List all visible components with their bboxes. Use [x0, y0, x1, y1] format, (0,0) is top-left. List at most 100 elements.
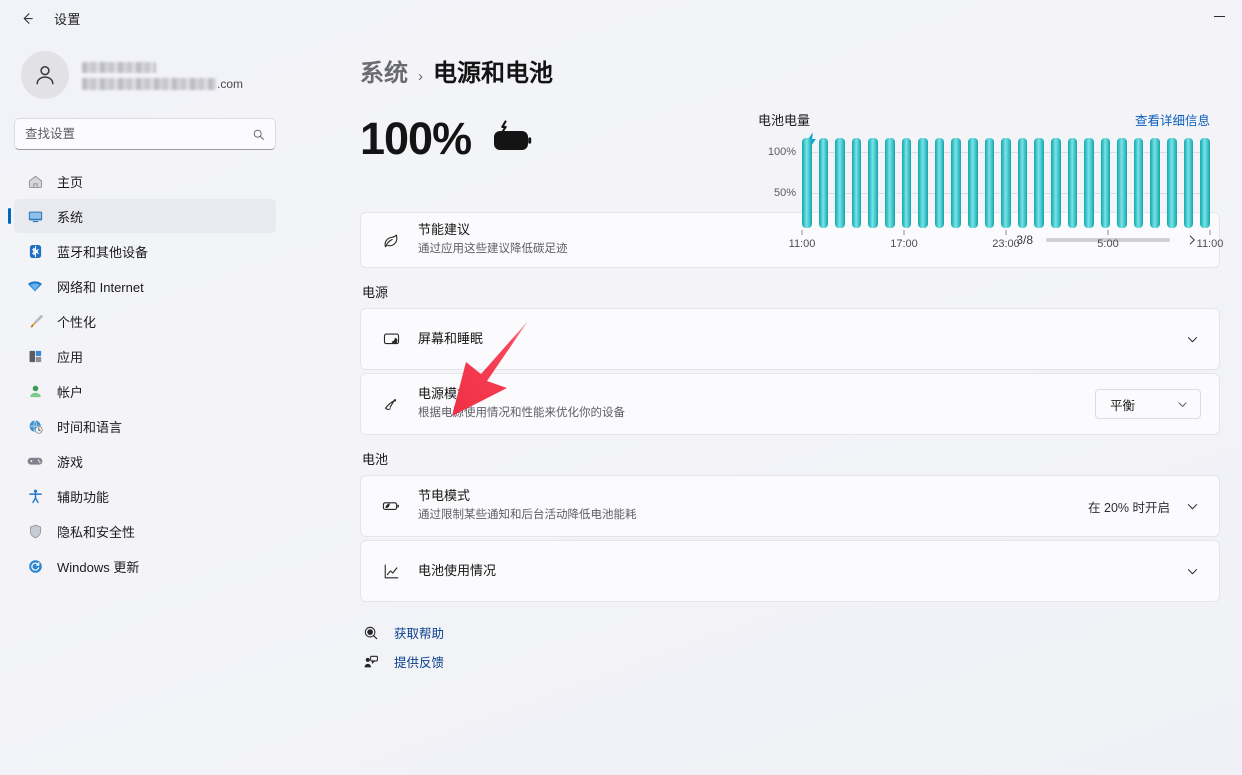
minimize-button[interactable] — [1196, 0, 1242, 32]
account-name-redacted — [82, 62, 156, 73]
sidebar-item-accounts[interactable]: 帐户 — [14, 374, 276, 408]
account-email: .com — [82, 77, 243, 91]
apps-icon — [26, 347, 44, 365]
sidebar-item-bluetooth[interactable]: 蓝牙和其他设备 — [14, 234, 276, 268]
chart-bar — [1200, 138, 1210, 228]
link-label: 获取帮助 — [394, 623, 444, 642]
sidebar-item-label: 帐户 — [57, 382, 83, 401]
sidebar-item-label: Windows 更新 — [57, 557, 139, 576]
chevron-down-icon[interactable] — [1183, 333, 1201, 346]
sidebar-item-label: 时间和语言 — [57, 417, 122, 436]
sidebar-item-home[interactable]: 主页 — [14, 164, 276, 198]
x-tick-mark — [904, 230, 905, 235]
update-icon — [26, 557, 44, 575]
search-input[interactable] — [25, 127, 246, 141]
chart-bar — [902, 138, 912, 228]
card-subtitle: 根据电源使用情况和性能来优化你的设备 — [418, 405, 1079, 422]
x-tick-label: 11:00 — [1197, 238, 1224, 250]
card-text: 屏幕和睡眠 — [418, 330, 1167, 349]
chart-title: 电池电量 — [758, 110, 810, 129]
x-tick-mark — [1108, 230, 1109, 235]
x-tick-mark — [1210, 230, 1211, 235]
chart-bar — [968, 138, 978, 228]
x-tick-label: 11:00 — [789, 238, 816, 250]
sidebar-item-accessibility[interactable]: 辅助功能 — [14, 479, 276, 513]
feedback-icon — [362, 654, 380, 670]
breadcrumb: 系统 › 电源和电池 — [360, 36, 1220, 88]
card-title: 屏幕和睡眠 — [418, 330, 1167, 349]
battery-percent: 100% — [360, 116, 471, 161]
help-icon — [362, 625, 380, 641]
person-icon — [26, 382, 44, 400]
chart-x-axis: 11:0017:0023:005:0011:00 — [802, 230, 1210, 254]
sidebar-item-gaming[interactable]: 游戏 — [14, 444, 276, 478]
battery-charging-icon — [489, 119, 535, 158]
wifi-icon — [26, 277, 44, 295]
home-icon — [26, 172, 44, 190]
avatar — [21, 51, 69, 99]
card-right — [1183, 565, 1201, 578]
chevron-down-icon[interactable] — [1183, 565, 1201, 578]
back-button[interactable] — [12, 4, 42, 32]
chart-bar — [951, 138, 961, 228]
window-controls — [1196, 0, 1242, 32]
y-tick-label: 100% — [758, 146, 796, 158]
accessibility-icon — [26, 487, 44, 505]
power-mode-dropdown[interactable]: 平衡 — [1095, 389, 1201, 419]
sidebar-item-system[interactable]: 系统 — [14, 199, 276, 233]
search-box[interactable] — [14, 118, 276, 150]
search-icon — [252, 128, 265, 141]
brush-icon — [26, 312, 44, 330]
sidebar-item-label: 个性化 — [57, 312, 96, 331]
sidebar-item-label: 辅助功能 — [57, 487, 109, 506]
card-title: 节电模式 — [418, 487, 1072, 506]
chart-bar — [935, 138, 945, 228]
y-tick-label: 50% — [758, 187, 796, 199]
sidebar-item-network[interactable]: 网络和 Internet — [14, 269, 276, 303]
chevron-down-icon — [1173, 399, 1191, 410]
link-label: 提供反馈 — [394, 652, 444, 671]
chart-bar — [1068, 138, 1078, 228]
sidebar-item-privacy[interactable]: 隐私和安全性 — [14, 514, 276, 548]
back-arrow-icon — [20, 11, 35, 26]
chart-bar — [1001, 138, 1011, 228]
account-summary[interactable]: .com — [14, 36, 276, 108]
card-subtitle: 通过限制某些通知和后台活动降低电池能耗 — [418, 507, 1072, 524]
chart-bar — [868, 138, 878, 228]
sidebar-item-time-language[interactable]: 时间和语言 — [14, 409, 276, 443]
power-section-label: 电源 — [362, 282, 1220, 301]
sidebar: .com 主页 — [0, 36, 290, 775]
page-title: 电源和电池 — [433, 53, 553, 88]
sidebar-item-windows-update[interactable]: Windows 更新 — [14, 549, 276, 583]
battery-section-label: 电池 — [362, 449, 1220, 468]
card-text: 电源模式 根据电源使用情况和性能来优化你的设备 — [418, 385, 1079, 422]
battery-usage-card[interactable]: 电池使用情况 — [360, 540, 1220, 602]
chart-bar — [1018, 138, 1028, 228]
screen-and-sleep-card[interactable]: 屏幕和睡眠 — [360, 308, 1220, 370]
x-tick-label: 23:00 — [992, 238, 1020, 250]
view-details-link[interactable]: 查看详细信息 — [1135, 110, 1210, 129]
battery-saver-card[interactable]: 节电模式 通过限制某些通知和后台活动降低电池能耗 在 20% 时开启 — [360, 475, 1220, 537]
give-feedback-link[interactable]: 提供反馈 — [362, 652, 444, 671]
sidebar-item-label: 应用 — [57, 347, 83, 366]
card-text: 电池使用情况 — [418, 562, 1167, 581]
x-tick-label: 5:00 — [1097, 238, 1118, 250]
get-help-link[interactable]: 获取帮助 — [362, 623, 444, 642]
power-mode-card[interactable]: 电源模式 根据电源使用情况和性能来优化你的设备 平衡 — [360, 373, 1220, 435]
account-text: .com — [82, 60, 243, 91]
minimize-icon — [1214, 16, 1225, 17]
globe-clock-icon — [26, 417, 44, 435]
breadcrumb-parent[interactable]: 系统 — [360, 53, 408, 88]
chart-icon — [380, 562, 402, 581]
sidebar-item-label: 网络和 Internet — [57, 277, 144, 296]
sidebar-item-label: 游戏 — [57, 452, 83, 471]
chart-bar — [802, 138, 812, 228]
sidebar-item-apps[interactable]: 应用 — [14, 339, 276, 373]
window-title: 设置 — [54, 9, 81, 28]
power-mode-icon — [380, 395, 402, 414]
sidebar-item-personalization[interactable]: 个性化 — [14, 304, 276, 338]
monitor-icon — [26, 207, 44, 225]
main-content: 系统 › 电源和电池 100% 电池电量 查看详细信息 — [290, 36, 1242, 775]
chevron-down-icon[interactable] — [1183, 500, 1201, 513]
bluetooth-icon — [26, 242, 44, 260]
